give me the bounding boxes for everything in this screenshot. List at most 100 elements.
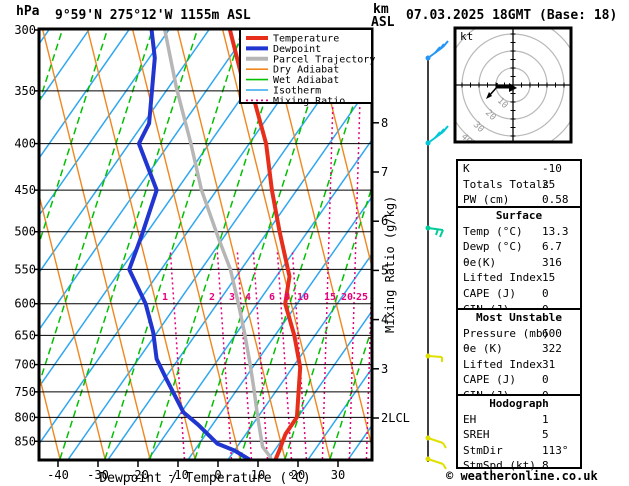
mixing-ratio-label: 2 bbox=[209, 292, 215, 303]
info-label: Totals Totals bbox=[463, 177, 550, 191]
km-tick-label: 3 bbox=[381, 362, 388, 376]
info-label: Lifted Index bbox=[463, 357, 543, 371]
info-row: K -10 bbox=[458, 161, 580, 177]
legend-label: Wet Adiabat bbox=[273, 75, 339, 86]
legend-label: Parcel Trajectory bbox=[273, 54, 375, 65]
pressure-tick-label: 550 bbox=[14, 262, 36, 276]
info-value: 5 bbox=[542, 428, 549, 442]
series-dewpoint bbox=[127, 30, 251, 459]
pressure-tick-label: 450 bbox=[14, 183, 36, 197]
x-axis-label: Dewpoint / Temperature (°C) bbox=[99, 471, 310, 486]
info-row: θe (K) 322 bbox=[458, 341, 580, 357]
info-row: CAPE (J) 0 bbox=[458, 372, 580, 388]
wind-barb bbox=[425, 40, 449, 61]
info-label: CAPE (J) bbox=[463, 373, 516, 387]
info-label: K bbox=[463, 162, 470, 175]
indices-box: K -10 Totals Totals 25 PW (cm) 0.58 bbox=[456, 159, 582, 210]
info-value: 15 bbox=[542, 271, 556, 285]
legend-label: Dry Adiabat bbox=[273, 65, 339, 76]
info-value: -10 bbox=[542, 162, 562, 175]
info-value: 600 bbox=[542, 326, 562, 340]
hodograph: 10203040 kt bbox=[453, 26, 573, 147]
km-tick-label: 2LCL bbox=[381, 411, 410, 425]
info-value: 31 bbox=[542, 357, 556, 371]
legend: TemperatureDewpointParcel TrajectoryDry … bbox=[239, 28, 375, 107]
info-label: CAPE (J) bbox=[463, 286, 516, 300]
hodograph-box: Hodograph EH 1 SREH 5 StmDir 113° StmSpd (kt) 8 bbox=[456, 394, 582, 472]
info-row: StmDir 113° bbox=[458, 443, 580, 459]
info-label: StmDir bbox=[463, 443, 503, 457]
info-label: θe(K) bbox=[463, 255, 497, 269]
mixing-ratio-label: 3 bbox=[229, 292, 235, 303]
info-value: 322 bbox=[542, 342, 562, 356]
mixing-axis-label: Mixing Ratio (g/kg) bbox=[383, 196, 397, 333]
surface-box: Surface Temp (°C) 13.3 Dewp (°C) 6.7 θe(K) 316… bbox=[456, 206, 582, 316]
km-tick-label: 8 bbox=[381, 116, 388, 130]
pressure-tick-label: 850 bbox=[14, 434, 36, 448]
pressure-tick-label: 350 bbox=[14, 84, 36, 98]
temp-tick-label: -40 bbox=[47, 468, 69, 482]
section-title: Surface bbox=[495, 209, 543, 222]
info-row: Dewp (°C) 6.7 bbox=[458, 239, 580, 255]
wind-barb bbox=[425, 456, 447, 470]
pressure-tick-label: 650 bbox=[14, 328, 36, 342]
info-row: Temp (°C) 13.3 bbox=[458, 224, 580, 240]
wind-barb bbox=[425, 125, 449, 146]
mixing-ratio-line bbox=[169, 251, 186, 459]
mixing-ratio-label: 6 bbox=[269, 292, 275, 303]
info-row: θe(K) 316 bbox=[458, 255, 580, 271]
info-label: Dewp (°C) bbox=[463, 240, 523, 254]
info-value: 6.7 bbox=[542, 240, 562, 254]
mixing-ratio-label: 20 bbox=[341, 292, 353, 303]
mixing-ratio-label: 25 bbox=[356, 292, 368, 303]
pressure-tick-label: 400 bbox=[14, 137, 36, 151]
hodograph-unit-label: kt bbox=[460, 30, 473, 43]
info-value: 316 bbox=[542, 255, 562, 269]
pressure-tick-label: 600 bbox=[14, 297, 36, 311]
legend-label: Temperature bbox=[273, 34, 339, 45]
info-row: CAPE (J) 0 bbox=[458, 286, 580, 302]
info-label: Pressure (mb) bbox=[463, 326, 550, 340]
mixing-ratio-line bbox=[216, 251, 233, 459]
km-tick-label: 7 bbox=[381, 165, 388, 179]
mixing-ratio-label: 10 bbox=[297, 292, 309, 303]
pressure-tick-label: 700 bbox=[14, 358, 36, 372]
mixing-ratio-label: 15 bbox=[324, 292, 336, 303]
mixing-ratio-label: 4 bbox=[245, 292, 251, 303]
info-label: Temp (°C) bbox=[463, 224, 523, 238]
section-title: Most Unstable bbox=[475, 311, 563, 324]
wind-barb-column bbox=[425, 40, 449, 470]
pressure-tick-label: 300 bbox=[14, 23, 36, 37]
info-value: 1 bbox=[542, 412, 549, 426]
info-value: 113° bbox=[542, 443, 569, 457]
mixing-ratio-label: 1 bbox=[162, 292, 168, 303]
info-row: EH 1 bbox=[458, 412, 580, 428]
info-row: Lifted Index 15 bbox=[458, 270, 580, 286]
info-label: EH bbox=[463, 412, 477, 426]
skewt-sounding-page: { "header": { "pressure_unit": "hPa", "t… bbox=[0, 0, 629, 486]
mixing-ratio-label: 8 bbox=[284, 292, 290, 303]
pressure-tick-label: 500 bbox=[14, 225, 36, 239]
pressure-tick-label: 800 bbox=[14, 410, 36, 424]
hodograph-ring-label: 10 bbox=[495, 96, 510, 111]
info-value: 25 bbox=[542, 177, 556, 191]
section-title: Hodograph bbox=[489, 397, 549, 410]
info-label: θe (K) bbox=[463, 342, 503, 356]
hodograph-ring-label: 20 bbox=[483, 108, 498, 123]
pressure-tick-label: 750 bbox=[14, 385, 36, 399]
dry-adiabat-line bbox=[357, 30, 371, 86]
info-row: Pressure (mb) 600 bbox=[458, 326, 580, 342]
info-label: Lifted Index bbox=[463, 271, 543, 285]
copyright: © weatheronline.co.uk bbox=[446, 469, 598, 483]
info-row: Lifted Index 31 bbox=[458, 357, 580, 373]
legend-label: Isotherm bbox=[273, 86, 321, 97]
dry-adiabat-line bbox=[0, 30, 15, 459]
hodograph-ring-label: 40 bbox=[459, 132, 474, 147]
temp-tick-label: 30 bbox=[331, 468, 345, 482]
info-label: SREH bbox=[463, 428, 490, 442]
hodograph-ring-label: 30 bbox=[471, 120, 486, 135]
most-unstable-box: Most Unstable Pressure (mb) 600 θe (K) 322 Li… bbox=[456, 308, 582, 402]
legend-label: Mixing Ratio bbox=[273, 96, 345, 107]
legend-label: Dewpoint bbox=[273, 44, 321, 55]
info-value: 0 bbox=[542, 286, 549, 300]
